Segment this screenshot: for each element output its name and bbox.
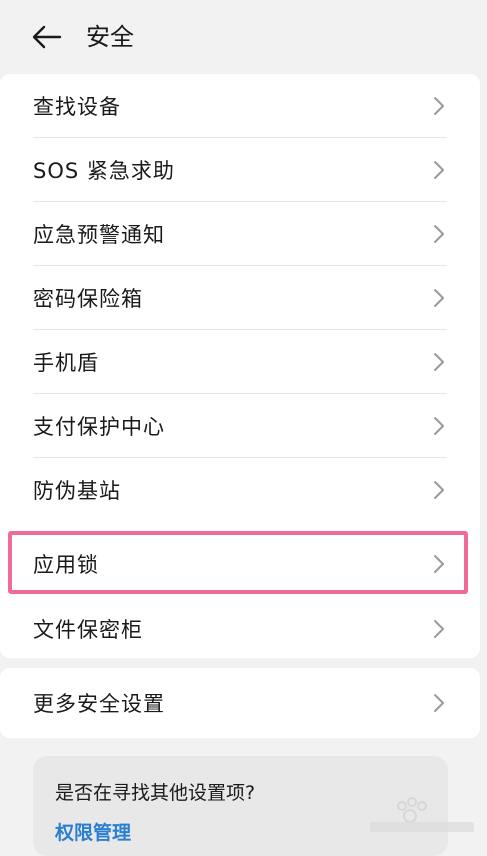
menu-item-phone-shield[interactable]: 手机盾: [0, 330, 480, 394]
chevron-right-icon: [434, 555, 444, 573]
chevron-right-icon: [434, 225, 444, 243]
back-button[interactable]: [30, 22, 64, 52]
chevron-right-icon: [434, 694, 444, 712]
menu-item-password-vault[interactable]: 密码保险箱: [0, 266, 480, 330]
menu-item-label: 更多安全设置: [33, 692, 165, 716]
chevron-right-icon: [434, 620, 444, 638]
chevron-right-icon: [434, 97, 444, 115]
menu-item-emergency-alerts[interactable]: 应急预警通知: [0, 202, 480, 266]
page-title: 安全: [86, 23, 134, 51]
menu-item-sos[interactable]: SOS 紧急求助: [0, 138, 480, 202]
suggestion-question: 是否在寻找其他设置项?: [55, 782, 256, 804]
menu-item-label: 应急预警通知: [33, 223, 165, 247]
menu-item-label: 支付保护中心: [33, 415, 165, 439]
more-settings-card: 更多安全设置: [0, 668, 480, 738]
watermark-logo-icon: [370, 797, 474, 832]
top-bar: 安全: [0, 0, 487, 74]
chevron-right-icon: [434, 481, 444, 499]
permission-management-link[interactable]: 权限管理: [55, 818, 131, 845]
menu-item-more-security[interactable]: 更多安全设置: [0, 671, 480, 735]
menu-item-label: 密码保险箱: [33, 287, 143, 311]
chevron-right-icon: [434, 417, 444, 435]
chevron-right-icon: [434, 289, 444, 307]
menu-item-fake-base-station[interactable]: 防伪基站: [0, 458, 480, 522]
menu-item-app-lock[interactable]: 应用锁: [0, 532, 480, 596]
security-settings-list: 查找设备 SOS 紧急求助 应急预警通知 密码保险箱 手机盾 支付保护中心 防伪…: [0, 74, 480, 658]
menu-item-label: 应用锁: [33, 553, 99, 577]
menu-item-label: 文件保密柜: [33, 618, 143, 642]
menu-item-label: SOS 紧急求助: [33, 159, 175, 183]
menu-item-file-safe[interactable]: 文件保密柜: [0, 597, 480, 661]
chevron-right-icon: [434, 353, 444, 371]
chevron-right-icon: [434, 161, 444, 179]
menu-item-payment-protection[interactable]: 支付保护中心: [0, 394, 480, 458]
menu-item-label: 手机盾: [33, 351, 99, 375]
menu-item-label: 查找设备: [33, 95, 121, 119]
menu-item-find-device[interactable]: 查找设备: [0, 74, 480, 138]
menu-item-label: 防伪基站: [33, 479, 121, 503]
arrow-left-icon: [32, 25, 62, 49]
